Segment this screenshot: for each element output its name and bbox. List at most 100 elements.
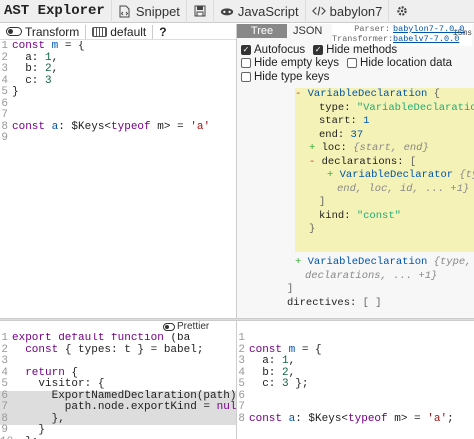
prop-key: directives: bbox=[287, 296, 357, 309]
tree-node[interactable]: + VariableDeclarator {type, bbox=[327, 169, 474, 183]
parse-time: 15ms bbox=[452, 29, 472, 38]
help-label: ? bbox=[159, 24, 167, 39]
prop-value: "VariableDeclaration" bbox=[356, 101, 474, 114]
option-autofocus[interactable]: ✓ Autofocus bbox=[241, 44, 305, 56]
code-token: a: bbox=[12, 51, 46, 64]
option-label: Hide methods bbox=[326, 43, 398, 56]
code-line: 4 c: 3 bbox=[0, 74, 236, 88]
code-token: ; bbox=[447, 412, 454, 425]
option-label: Hide location data bbox=[360, 57, 453, 70]
code-token: a: bbox=[249, 355, 283, 367]
tree-node[interactable]: + VariableDeclaration {type, star bbox=[295, 256, 474, 270]
tree-node[interactable]: - declarations: [ bbox=[309, 156, 416, 170]
transform-toggle[interactable]: Transform bbox=[0, 24, 85, 40]
tree-summary-cont: end, loc, id, ... +1} bbox=[337, 183, 469, 197]
checkbox[interactable] bbox=[241, 58, 251, 69]
tree-summary-cont: declarations, ... +1} bbox=[305, 270, 437, 284]
option-hide-location-data[interactable]: Hide location data bbox=[347, 57, 452, 69]
option-hide-empty-keys[interactable]: Hide empty keys bbox=[241, 57, 339, 69]
line-number: 1 bbox=[1, 333, 8, 344]
bracket: ] bbox=[319, 196, 326, 208]
line-number: 5 bbox=[1, 86, 8, 98]
prop-value: "const" bbox=[356, 209, 401, 222]
node-summary: {type, bbox=[459, 169, 474, 181]
prop-value: 1 bbox=[363, 115, 370, 127]
code-token: typeof bbox=[111, 120, 158, 133]
option-hide-type-keys[interactable]: Hide type keys bbox=[241, 71, 329, 83]
tree-node[interactable]: - VariableDeclaration { bbox=[295, 88, 440, 102]
code-token: const bbox=[249, 412, 289, 425]
code-token: , bbox=[51, 51, 59, 64]
node-type: VariableDeclaration bbox=[307, 88, 428, 100]
prettier-toggle[interactable]: Prettier bbox=[160, 321, 213, 332]
code-line: 6 bbox=[237, 390, 474, 403]
line-number: 8 bbox=[238, 412, 245, 425]
line-number: 3 bbox=[238, 355, 245, 367]
code-line: 8 const a: $Keys<typeof m> = 'a'; bbox=[237, 412, 474, 426]
node-type: VariableDeclaration bbox=[307, 256, 428, 268]
collapse-toggle[interactable]: - bbox=[295, 88, 301, 100]
keymap-select[interactable]: default bbox=[86, 24, 152, 40]
code-token: : $Keys< bbox=[58, 120, 112, 133]
snippet-button[interactable]: Snippet bbox=[110, 0, 186, 23]
node-summary: declarations, ... +1} bbox=[305, 269, 438, 282]
line-number: 1 bbox=[238, 333, 245, 344]
code-token: , bbox=[288, 366, 296, 379]
code-line: 9 bbox=[0, 132, 236, 145]
tree-prop: type: "VariableDeclaration" bbox=[319, 102, 474, 116]
collapse-toggle[interactable]: - bbox=[309, 156, 315, 168]
code-line: 2 const { types: t } = babel; bbox=[0, 344, 236, 357]
code-token: m> = bbox=[157, 120, 191, 133]
code-line: 5} bbox=[0, 86, 236, 99]
prop-value: 37 bbox=[350, 128, 364, 141]
code-token: 1 bbox=[282, 355, 289, 367]
code-token: 2 bbox=[45, 63, 52, 75]
tree-bracket: } bbox=[309, 223, 315, 237]
parser-select[interactable]: babylon7 bbox=[304, 0, 389, 23]
line-number: 7 bbox=[1, 401, 8, 413]
checkbox[interactable] bbox=[241, 71, 251, 82]
code-token: = { bbox=[295, 343, 322, 356]
checkbox[interactable] bbox=[347, 58, 358, 69]
code-brackets-icon bbox=[311, 4, 326, 18]
code-token: const bbox=[12, 120, 52, 133]
transform-editor[interactable]: 1 export default function (ba 2 const { ty… bbox=[0, 333, 236, 439]
settings-button[interactable] bbox=[388, 0, 415, 23]
line-number: 3 bbox=[1, 355, 8, 367]
bracket: ] bbox=[287, 283, 294, 295]
checkbox[interactable]: ✓ bbox=[241, 44, 251, 55]
checkbox[interactable]: ✓ bbox=[313, 44, 324, 55]
line-number: 7 bbox=[238, 401, 245, 413]
save-button[interactable] bbox=[185, 0, 213, 23]
code-token: { bbox=[64, 366, 79, 379]
option-label: Hide empty keys bbox=[254, 57, 340, 70]
code-token: }; bbox=[288, 378, 309, 390]
tab-json[interactable]: JSON bbox=[287, 24, 328, 38]
tree-bracket: ] bbox=[319, 196, 325, 210]
brace: { bbox=[433, 88, 440, 100]
horizontal-splitter[interactable] bbox=[0, 318, 474, 321]
option-hide-methods[interactable]: ✓ Hide methods bbox=[313, 44, 397, 56]
tree-prop: start: 1 bbox=[319, 115, 369, 129]
code-token: 'a' bbox=[190, 120, 211, 133]
expand-toggle[interactable]: + bbox=[295, 256, 301, 268]
expand-toggle[interactable]: + bbox=[309, 142, 315, 154]
source-editor[interactable]: 1 const m = {2 a: 1, 3 b: 2, 4 c: 3 5} 6 7 8 con… bbox=[0, 41, 236, 316]
tab-tree[interactable]: Tree bbox=[237, 24, 287, 38]
help-button[interactable]: ? bbox=[153, 24, 172, 40]
app-title: AST Explorer bbox=[4, 3, 105, 19]
tree-bracket: ] bbox=[287, 283, 293, 297]
prop-key: start: bbox=[319, 115, 357, 127]
tree-node[interactable]: + loc: {start, end} bbox=[309, 142, 429, 156]
code-line: 6 bbox=[0, 98, 236, 111]
tree-options: ✓ Autofocus ✓ Hide methods Hide empty keys… bbox=[241, 43, 473, 84]
code-token: m> = bbox=[394, 412, 428, 425]
code-token: const bbox=[12, 41, 52, 52]
code-token: c: bbox=[12, 74, 46, 87]
transform-bar: Transform default ? bbox=[0, 24, 237, 40]
code-token: = { bbox=[58, 41, 85, 52]
expand-toggle[interactable]: + bbox=[327, 169, 333, 181]
language-select[interactable]: JavaScript bbox=[212, 0, 305, 23]
prop-value: [ ] bbox=[362, 296, 382, 309]
code-token: ExportNamedDeclaration(path) bbox=[12, 389, 236, 402]
